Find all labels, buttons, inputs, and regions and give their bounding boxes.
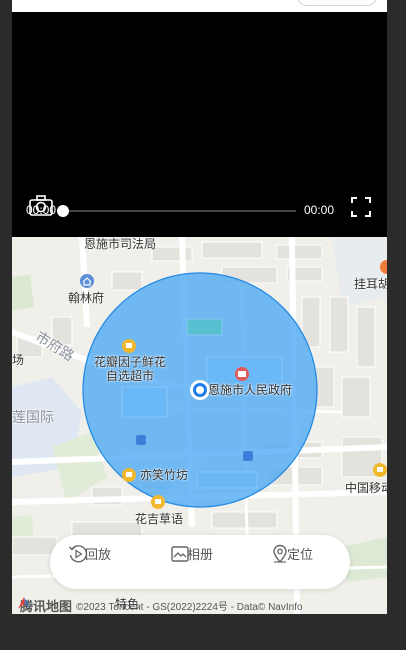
tencent-map-logo-icon	[18, 597, 30, 609]
replay-button[interactable]: 回放	[68, 544, 128, 563]
album-icon	[171, 546, 189, 562]
video-controls: 00:00 00:00	[12, 189, 387, 237]
progress-handle[interactable]	[57, 205, 69, 217]
replay-icon	[69, 545, 88, 563]
capsule-button[interactable]	[297, 0, 377, 6]
total-time: 00:00	[304, 203, 335, 217]
map-label-yixiao: 亦笑竹坊	[140, 468, 189, 482]
map-label-field: 场	[12, 353, 25, 367]
map-attribution: 腾讯地图 ©2023 Tencent - GS(2022)2224号 - Data…	[16, 596, 303, 614]
map-label-hanlin: 翰林府	[68, 291, 105, 305]
video-player[interactable]: 00:00 00:00	[12, 12, 387, 237]
map-label-flower-shop: 花瓣因子鲜花 自选超市	[94, 355, 167, 383]
album-button[interactable]: 相册	[170, 544, 230, 563]
album-label: 相册	[186, 547, 213, 562]
map-label-mobile: 中国移动	[345, 481, 387, 495]
progress-track[interactable]	[64, 210, 296, 212]
map-action-bar: 回放 相册 定位	[50, 535, 350, 589]
top-bar	[12, 0, 387, 12]
snapshot-icon[interactable]	[28, 194, 54, 218]
map-label-government: 恩施市人民政府	[208, 383, 293, 397]
map-label-lianguoji: 莲国际	[12, 409, 54, 425]
replay-label: 回放	[84, 547, 111, 562]
map-label-court: 恩施市司法局	[84, 237, 157, 251]
map-view[interactable]: 恩施市司法局 翰林府 挂耳胡 市府路 场 花瓣因子鲜花 自选超市 恩施市人民政府…	[12, 237, 387, 614]
fullscreen-icon[interactable]	[350, 196, 372, 218]
map-label-huaji: 花吉草语	[135, 512, 184, 526]
app-frame: 00:00 00:00 恩施市司法局 翰林府 挂耳胡 市府路 场 花瓣因子鲜花 …	[12, 0, 387, 614]
locate-label: 定位	[286, 547, 313, 562]
locate-button[interactable]: 定位	[270, 544, 330, 564]
map-copyright: ©2023 Tencent - GS(2022)2224号 - Data© Na…	[76, 602, 303, 613]
location-icon	[273, 544, 287, 564]
map-label-guaer: 挂耳胡	[354, 277, 387, 291]
